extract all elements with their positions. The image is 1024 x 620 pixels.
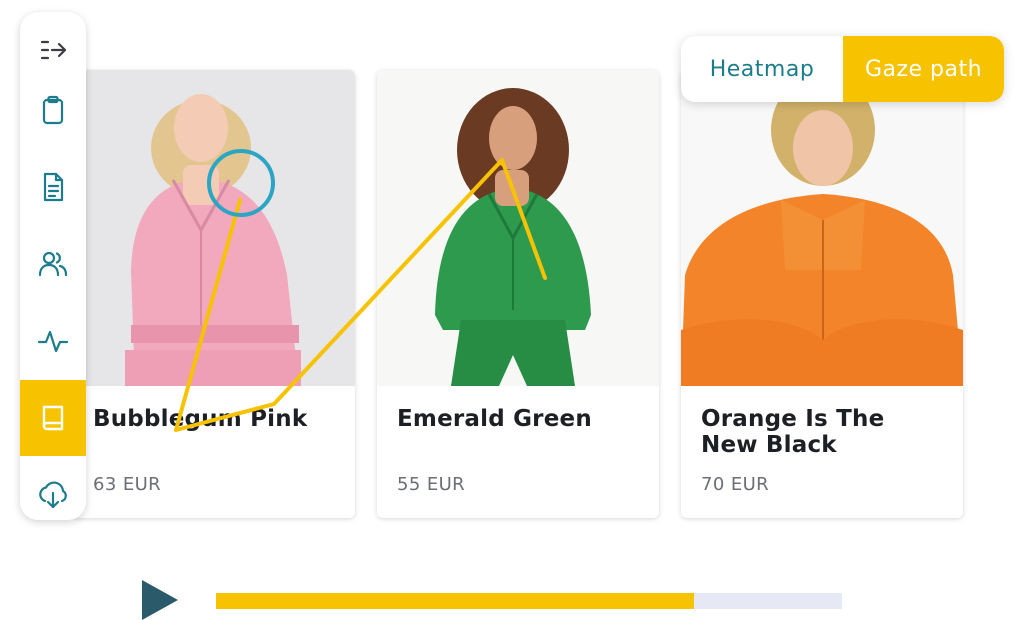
product-card-pink[interactable]: Bubblegum Pink 63 EUR (73, 70, 355, 518)
product-image-green (377, 70, 659, 386)
playback-progress-fill (216, 593, 694, 609)
sidebar-item-export[interactable] (20, 457, 86, 520)
sidebar-item-analytics[interactable] (20, 303, 86, 379)
document-icon (43, 172, 64, 202)
product-name: Bubblegum Pink (93, 406, 308, 432)
product-image-pink (73, 70, 355, 386)
product-image-orange (681, 70, 963, 386)
sidebar (20, 12, 86, 520)
play-button[interactable] (142, 580, 178, 620)
view-mode-toggle: Heatmap Gaze path (681, 36, 1004, 102)
cloud-download-icon (39, 481, 67, 509)
users-icon (38, 251, 68, 277)
sidebar-item-participants[interactable] (20, 226, 86, 302)
collapse-arrow-icon (40, 40, 67, 60)
clipboard-icon (42, 95, 64, 125)
product-name: Emerald Green (397, 406, 592, 432)
playback-progress-bar[interactable] (216, 593, 842, 609)
product-name: Orange Is The New Black (701, 406, 885, 458)
gaze-path-toggle-button[interactable]: Gaze path (843, 36, 1004, 102)
product-card-green[interactable]: Emerald Green 55 EUR (377, 70, 659, 518)
book-icon (42, 405, 64, 431)
product-price: 70 EUR (701, 474, 770, 495)
sidebar-item-documents[interactable] (20, 149, 86, 225)
heatmap-toggle-button[interactable]: Heatmap (681, 36, 843, 102)
product-price: 63 EUR (93, 474, 162, 495)
sidebar-item-tasks[interactable] (20, 72, 86, 148)
sidebar-item-library[interactable] (20, 380, 86, 456)
product-price: 55 EUR (397, 474, 466, 495)
product-card-orange[interactable]: Orange Is The New Black 70 EUR (681, 70, 963, 518)
activity-icon (37, 330, 69, 353)
